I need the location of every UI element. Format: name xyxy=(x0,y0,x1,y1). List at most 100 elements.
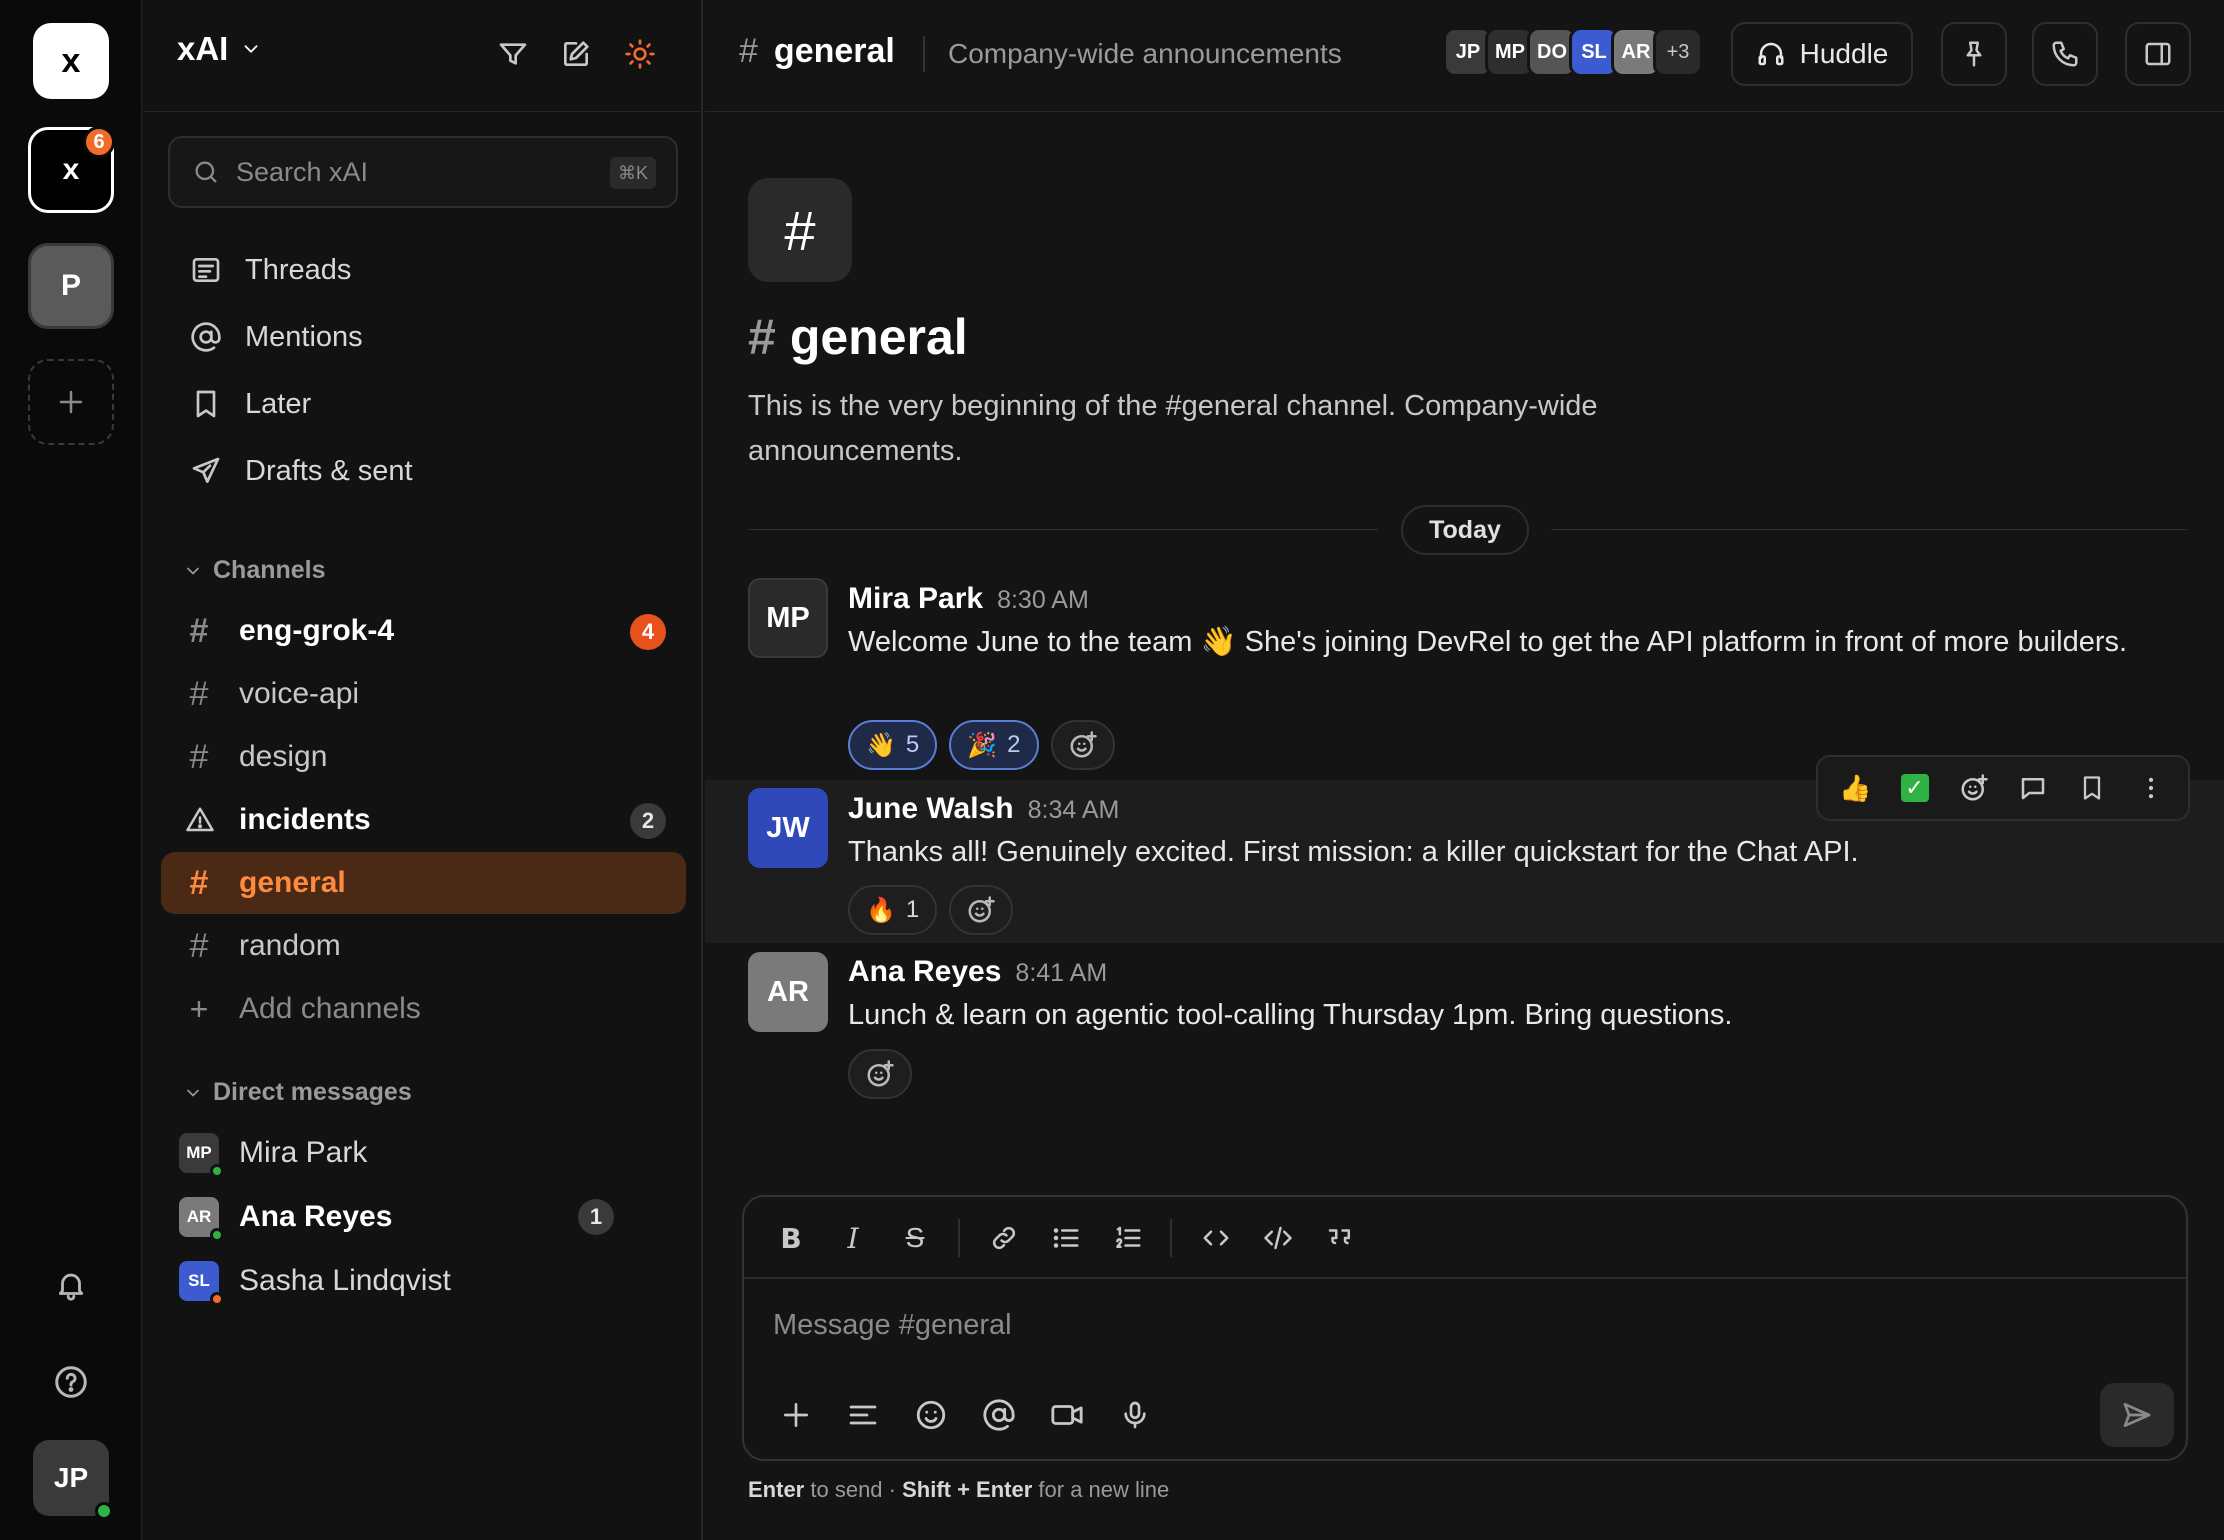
mention-button[interactable] xyxy=(976,1392,1022,1438)
workspace-p[interactable]: P xyxy=(28,243,114,329)
at-icon xyxy=(191,322,221,352)
channel-incidents[interactable]: incidents 2 xyxy=(161,789,686,851)
channels-section-toggle[interactable]: Channels xyxy=(183,556,326,585)
avatar[interactable]: AR xyxy=(748,952,828,1032)
message-input[interactable]: Message #general xyxy=(773,1309,1012,1342)
call-button[interactable] xyxy=(2032,22,2098,86)
user-avatar[interactable]: JP xyxy=(33,1440,113,1520)
channel-design[interactable]: # design xyxy=(161,726,686,788)
emoji-button[interactable] xyxy=(908,1392,954,1438)
add-emoji-icon xyxy=(867,1060,894,1087)
workspace-logo-label: x xyxy=(61,41,81,80)
compose-icon xyxy=(564,41,589,66)
dm-name: Ana Reyes xyxy=(239,1200,393,1233)
channel-eng-grok-4[interactable]: # eng-grok-4 4 xyxy=(161,600,686,662)
message-author[interactable]: Mira Park 8:30 AM xyxy=(848,582,1089,616)
nav-mentions[interactable]: Mentions xyxy=(187,312,363,362)
workspace-switcher[interactable]: xAI xyxy=(177,30,262,68)
shortcuts-button[interactable] xyxy=(840,1392,886,1438)
add-reaction-button[interactable] xyxy=(1952,766,1996,810)
message[interactable]: MP Mira Park 8:30 AM Welcome June to the … xyxy=(705,570,2224,780)
reaction-fire[interactable]: 🔥 1 xyxy=(848,885,938,935)
channel-intro-text: This is the very beginning of the #gener… xyxy=(748,390,1598,467)
video-clip-button[interactable] xyxy=(1044,1392,1090,1438)
away-status-dot xyxy=(210,1292,224,1306)
add-channels-button[interactable]: + Add channels xyxy=(161,978,686,1040)
dm-mira-park[interactable]: MP Mira Park xyxy=(179,1128,367,1178)
numbered-list-icon xyxy=(1116,1226,1141,1248)
plus-icon xyxy=(59,390,83,414)
workspace-logo[interactable]: x xyxy=(33,23,109,99)
avatar: MP xyxy=(179,1133,224,1178)
dm-ana-reyes[interactable]: AR Ana Reyes xyxy=(179,1192,392,1242)
link-button[interactable] xyxy=(983,1217,1025,1259)
plus-icon xyxy=(784,1403,808,1427)
composer-hint: Enter to send · Shift + Enter for a new … xyxy=(748,1477,1170,1502)
reaction-party[interactable]: 🎉 2 xyxy=(949,720,1039,770)
channel-title[interactable]: # general xyxy=(739,32,895,71)
help-button[interactable] xyxy=(47,1358,95,1406)
nav-later[interactable]: Later xyxy=(187,379,311,429)
message[interactable]: AR Ana Reyes 8:41 AM Lunch & learn on age… xyxy=(705,943,2224,1103)
react-check-button[interactable]: ✓ xyxy=(1893,766,1937,810)
italic-button[interactable]: I xyxy=(832,1217,874,1259)
inline-code-button[interactable] xyxy=(1195,1217,1237,1259)
theme-toggle-button[interactable] xyxy=(620,34,660,74)
add-reaction-button[interactable] xyxy=(848,1049,912,1099)
bulleted-list-icon xyxy=(1053,1228,1079,1248)
send-button[interactable] xyxy=(2100,1383,2174,1447)
add-workspace-button[interactable] xyxy=(28,359,114,445)
message-text: Welcome June to the team 👋 She's joining… xyxy=(848,626,2128,658)
italic-icon: I xyxy=(847,1221,859,1255)
channel-random[interactable]: # random xyxy=(161,915,686,977)
plus-icon: + xyxy=(189,990,209,1027)
strikethrough-button[interactable]: S xyxy=(894,1217,936,1259)
quote-button[interactable] xyxy=(1319,1217,1361,1259)
numbered-list-button[interactable] xyxy=(1107,1217,1149,1259)
add-reaction-button[interactable] xyxy=(1050,720,1115,770)
react-thumbs-up-button[interactable]: 👍 xyxy=(1834,766,1878,810)
avatar[interactable]: JW xyxy=(748,788,828,868)
member-avatars[interactable]: JP MP DO SL AR +3 xyxy=(1443,27,1703,77)
divider xyxy=(1170,1219,1172,1257)
lines-icon xyxy=(849,1405,877,1425)
save-for-later-button[interactable] xyxy=(2070,766,2114,810)
day-divider[interactable]: Today xyxy=(1401,505,1529,555)
message-actions-toolbar: 👍 ✓ xyxy=(1816,755,2190,821)
hash-icon: # xyxy=(189,863,209,902)
channels-section-label: Channels xyxy=(213,556,326,584)
channel-general[interactable]: # general xyxy=(161,852,686,914)
pin-button[interactable] xyxy=(1941,22,2007,86)
message-author[interactable]: June Walsh 8:34 AM xyxy=(848,792,1119,826)
reaction-wave[interactable]: 👋 5 xyxy=(848,720,938,770)
more-actions-button[interactable] xyxy=(2129,766,2173,810)
bold-icon: B xyxy=(780,1221,802,1255)
channel-voice-api[interactable]: # voice-api xyxy=(161,663,686,725)
hash-icon: # xyxy=(189,611,209,650)
reply-in-thread-button[interactable] xyxy=(2011,766,2055,810)
avatar[interactable]: MP xyxy=(748,578,828,658)
attach-button[interactable] xyxy=(773,1392,819,1438)
dms-section-toggle[interactable]: Direct messages xyxy=(183,1078,412,1107)
bookmark-icon xyxy=(2083,776,2100,800)
code-block-button[interactable] xyxy=(1257,1217,1299,1259)
compose-button[interactable] xyxy=(556,34,596,74)
filter-button[interactable] xyxy=(493,34,533,74)
message-time: 8:30 AM xyxy=(997,586,1089,614)
message-author[interactable]: Ana Reyes 8:41 AM xyxy=(848,955,1107,989)
message-composer: B I S Message #general xyxy=(742,1195,2188,1461)
nav-drafts-sent[interactable]: Drafts & sent xyxy=(187,446,413,496)
add-reaction-button[interactable] xyxy=(949,885,1014,935)
search-placeholder: Search xAI xyxy=(236,156,369,187)
toggle-panel-button[interactable] xyxy=(2125,22,2191,86)
bulleted-list-button[interactable] xyxy=(1045,1217,1087,1259)
huddle-button[interactable]: Huddle xyxy=(1731,22,1913,86)
audio-clip-button[interactable] xyxy=(1112,1392,1158,1438)
nav-threads[interactable]: Threads xyxy=(187,245,351,295)
bold-button[interactable]: B xyxy=(770,1217,812,1259)
notifications-button[interactable] xyxy=(47,1261,95,1309)
search-input[interactable]: Search xAI ⌘K xyxy=(168,136,678,208)
dm-sasha-lindqvist[interactable]: SL Sasha Lindqvist xyxy=(179,1256,451,1306)
workspace-x[interactable]: x 6 xyxy=(28,126,115,213)
sidebar-header: xAI xyxy=(143,0,703,112)
